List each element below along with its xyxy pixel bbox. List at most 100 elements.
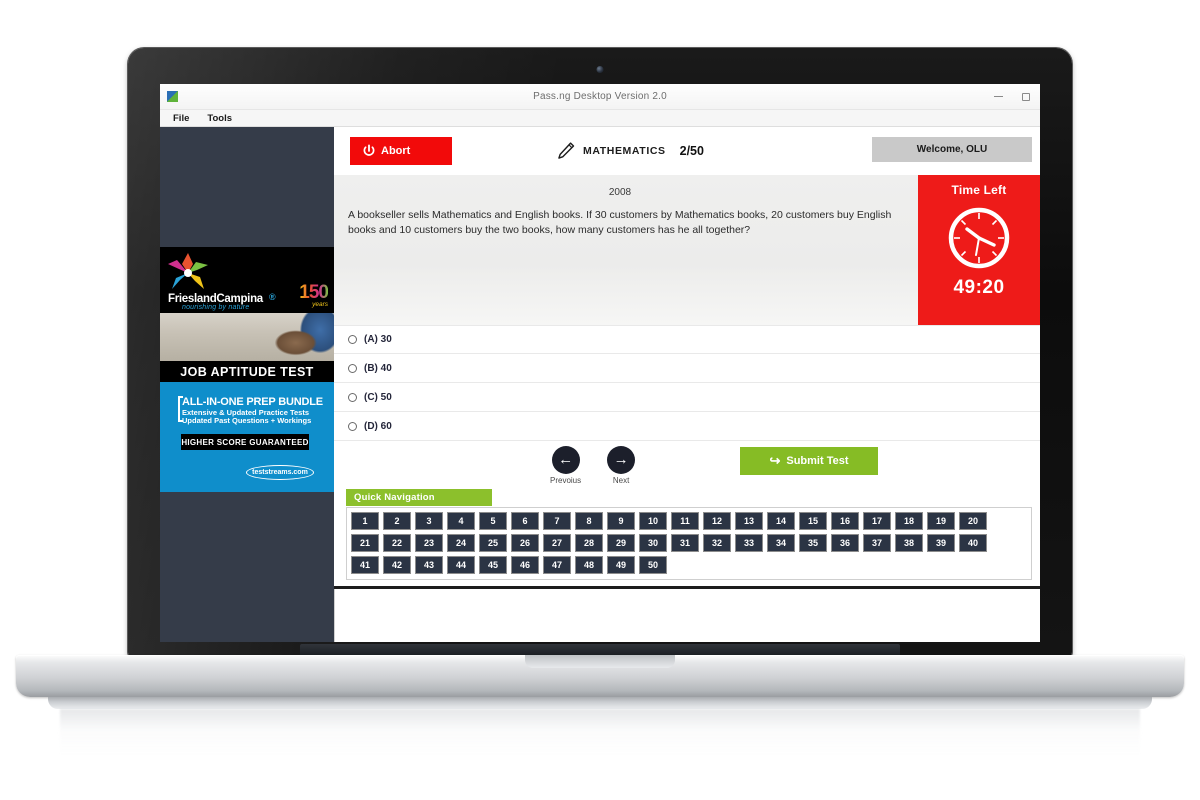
qnav-button-3[interactable]: 3 <box>415 512 443 530</box>
teststreams-logo: teststreams.com <box>246 465 314 480</box>
welcome-box: Welcome, OLU <box>872 137 1032 162</box>
radio-icon-a[interactable] <box>348 335 357 344</box>
menu-item-file[interactable]: File <box>164 110 198 127</box>
qnav-button-47[interactable]: 47 <box>543 556 571 574</box>
qnav-button-39[interactable]: 39 <box>927 534 955 552</box>
menu-item-tools[interactable]: Tools <box>198 110 241 127</box>
previous-label: Prevoius <box>550 475 582 485</box>
exam-main-area: Abort MATHEMATICS 2/50 Welcome, OLU 2008… <box>334 127 1040 642</box>
friesland-logo-row: FrieslandCampina ® nourishing by nature … <box>160 247 334 313</box>
qnav-button-26[interactable]: 26 <box>511 534 539 552</box>
qnav-button-27[interactable]: 27 <box>543 534 571 552</box>
option-label-a: (A) 30 <box>364 334 392 345</box>
title-bar: Pass.ng Desktop Version 2.0 <box>160 84 1040 110</box>
qnav-button-21[interactable]: 21 <box>351 534 379 552</box>
friesland-star-icon <box>168 253 208 289</box>
option-row-c[interactable]: (C) 50 <box>334 383 1040 412</box>
qnav-button-23[interactable]: 23 <box>415 534 443 552</box>
qnav-button-35[interactable]: 35 <box>799 534 827 552</box>
submit-test-button[interactable]: ↪ Submit Test <box>740 447 878 475</box>
menu-bar: File Tools <box>160 110 1040 127</box>
qnav-button-34[interactable]: 34 <box>767 534 795 552</box>
qnav-button-6[interactable]: 6 <box>511 512 539 530</box>
option-row-d[interactable]: (D) 60 <box>334 412 1040 441</box>
qnav-button-13[interactable]: 13 <box>735 512 763 530</box>
subject-name: MATHEMATICS <box>583 145 666 157</box>
qnav-button-42[interactable]: 42 <box>383 556 411 574</box>
qnav-button-7[interactable]: 7 <box>543 512 571 530</box>
qnav-button-12[interactable]: 12 <box>703 512 731 530</box>
qnav-button-36[interactable]: 36 <box>831 534 859 552</box>
application-window: Pass.ng Desktop Version 2.0 File Tools F… <box>160 84 1040 642</box>
qnav-button-2[interactable]: 2 <box>383 512 411 530</box>
qnav-button-32[interactable]: 32 <box>703 534 731 552</box>
ad-friesland-campina[interactable]: FrieslandCampina ® nourishing by nature … <box>160 247 334 382</box>
qnav-button-9[interactable]: 9 <box>607 512 635 530</box>
qnav-button-1[interactable]: 1 <box>351 512 379 530</box>
qnav-button-5[interactable]: 5 <box>479 512 507 530</box>
qnav-button-22[interactable]: 22 <box>383 534 411 552</box>
option-label-d: (D) 60 <box>364 420 392 432</box>
pencil-icon <box>558 142 575 159</box>
option-row-a[interactable]: (A) 30 <box>334 325 1040 354</box>
sidebar-filler <box>160 492 334 642</box>
qnav-button-19[interactable]: 19 <box>927 512 955 530</box>
qnav-button-44[interactable]: 44 <box>447 556 475 574</box>
laptop-reflection <box>60 709 1140 757</box>
qnav-button-8[interactable]: 8 <box>575 512 603 530</box>
welcome-text: Welcome, OLU <box>916 144 988 155</box>
qnav-button-28[interactable]: 28 <box>575 534 603 552</box>
option-row-b[interactable]: (B) 40 <box>334 354 1040 383</box>
qnav-button-40[interactable]: 40 <box>959 534 987 552</box>
qnav-button-4[interactable]: 4 <box>447 512 475 530</box>
footer-blank-area <box>334 589 1040 642</box>
qnav-button-46[interactable]: 46 <box>511 556 539 574</box>
prep-headline: ALL-IN-ONE PREP BUNDLE <box>182 396 323 408</box>
qnav-button-41[interactable]: 41 <box>351 556 379 574</box>
qnav-button-24[interactable]: 24 <box>447 534 475 552</box>
window-controls <box>984 84 1040 109</box>
qnav-button-11[interactable]: 11 <box>671 512 699 530</box>
friesland-title-band: JOB APTITUDE TEST <box>160 361 334 382</box>
qnav-button-49[interactable]: 49 <box>607 556 635 574</box>
submit-arrow-icon: ↪ <box>769 453 781 468</box>
radio-icon-d[interactable] <box>348 421 357 431</box>
qnav-button-15[interactable]: 15 <box>799 512 827 530</box>
maximize-button[interactable] <box>1012 84 1040 110</box>
qnav-row-1: 1 2 3 4 5 6 7 8 9 10 11 12 13 14 15 16 17 18 19 20 <box>351 512 1027 530</box>
qnav-button-25[interactable]: 25 <box>479 534 507 552</box>
next-button[interactable]: → Next <box>607 445 636 485</box>
qnav-row-3: 41 42 43 44 45 46 47 48 49 50 <box>351 556 1027 574</box>
qnav-button-17[interactable]: 17 <box>863 512 891 530</box>
qnav-button-10[interactable]: 10 <box>639 512 667 530</box>
window-title: Pass.ng Desktop Version 2.0 <box>533 91 667 102</box>
previous-button[interactable]: ← Prevoius <box>550 445 582 485</box>
job-aptitude-test-title: JOB APTITUDE TEST <box>180 364 314 379</box>
abort-label: Abort <box>381 145 411 157</box>
minimize-button[interactable] <box>984 84 1012 110</box>
qnav-button-43[interactable]: 43 <box>415 556 443 574</box>
option-label-b: (B) 40 <box>364 362 392 374</box>
qnav-button-37[interactable]: 37 <box>863 534 891 552</box>
qnav-button-18[interactable]: 18 <box>895 512 923 530</box>
qnav-button-38[interactable]: 38 <box>895 534 923 552</box>
qnav-button-31[interactable]: 31 <box>671 534 699 552</box>
qnav-button-48[interactable]: 48 <box>575 556 603 574</box>
radio-icon-b[interactable] <box>348 363 357 373</box>
qnav-button-16[interactable]: 16 <box>831 512 859 530</box>
anniversary-word: years <box>312 301 328 308</box>
qnav-button-29[interactable]: 29 <box>607 534 635 552</box>
prep-guarantee-text: HIGHER SCORE GUARANTEED <box>181 437 309 447</box>
qnav-button-33[interactable]: 33 <box>735 534 763 552</box>
prep-line-2: Updated Past Questions + Workings <box>182 416 312 425</box>
qnav-button-20[interactable]: 20 <box>959 512 987 530</box>
abort-button[interactable]: Abort <box>350 137 452 165</box>
radio-icon-c[interactable] <box>348 392 357 402</box>
qnav-button-30[interactable]: 30 <box>639 534 667 552</box>
qnav-button-45[interactable]: 45 <box>479 556 507 574</box>
ad-prep-bundle[interactable]: ALL-IN-ONE PREP BUNDLE Extensive & Updat… <box>160 382 334 492</box>
qnav-button-14[interactable]: 14 <box>767 512 795 530</box>
question-text: A bookseller sells Mathematics and Engli… <box>348 209 892 237</box>
qnav-button-50[interactable]: 50 <box>639 556 667 574</box>
